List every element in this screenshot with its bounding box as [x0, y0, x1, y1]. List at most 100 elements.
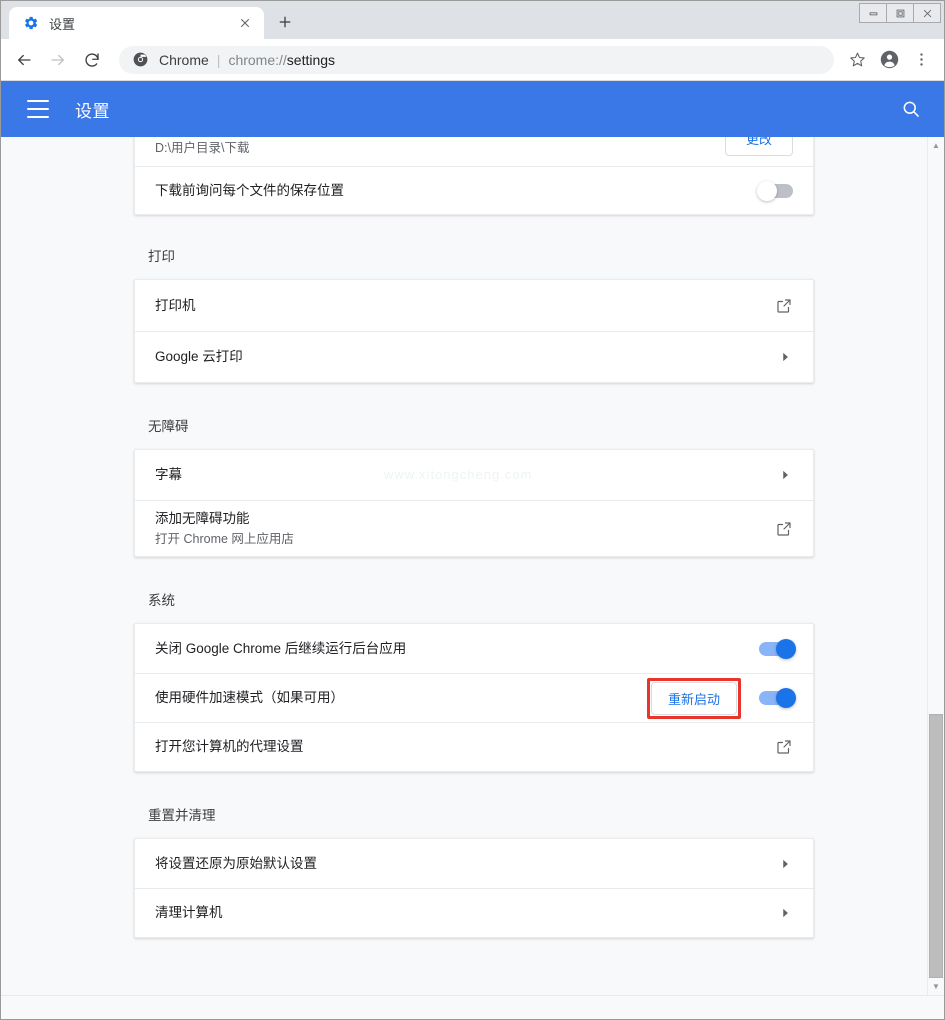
profile-avatar-icon[interactable]	[874, 45, 904, 75]
minimize-button[interactable]	[859, 3, 887, 23]
settings-scroll-region: www.xitongcheng.com 位置 D:\用户目录\下载 更改	[1, 137, 927, 995]
tab-title: 设置	[49, 16, 76, 32]
url-path: settings	[286, 51, 336, 68]
system-card: 关闭 Google Chrome 后继续运行后台应用 使用硬件加速模式（如果可用…	[134, 623, 814, 772]
row-proxy-settings[interactable]: 打开您计算机的代理设置	[135, 722, 813, 771]
relaunch-button[interactable]: 重新启动	[650, 681, 737, 715]
accessibility-card: 字幕 添加无障碍功能 打开 Chrome 网上应用店	[134, 449, 814, 557]
row-title: 使用硬件加速模式（如果可用）	[155, 690, 344, 705]
row-subtitle: 打开 Chrome 网上应用店	[155, 531, 294, 546]
window-controls	[859, 3, 941, 23]
row-subtitle: D:\用户目录\下载	[155, 141, 250, 155]
row-text: 使用硬件加速模式（如果可用）	[155, 688, 647, 708]
scroll-up-arrow[interactable]: ▲	[928, 137, 944, 154]
row-restore-defaults[interactable]: 将设置还原为原始默认设置	[135, 839, 813, 888]
row-title: 关闭 Google Chrome 后继续运行后台应用	[155, 640, 407, 656]
row-hardware-acceleration[interactable]: 使用硬件加速模式（如果可用） 重新启动	[135, 673, 813, 722]
chevron-right-icon[interactable]	[777, 856, 793, 872]
section-title-accessibility: 无障碍	[148, 419, 189, 434]
section-title-system: 系统	[148, 593, 175, 608]
external-link-icon[interactable]	[775, 520, 793, 538]
browser-toolbar: Chrome | chrome:// settings	[1, 39, 944, 81]
close-button[interactable]	[913, 3, 941, 23]
section-system: 系统 关闭 Google Chrome 后继续运行后台应用 使用硬件加速模式（如…	[134, 589, 814, 772]
url-scheme: chrome://	[228, 51, 287, 68]
window-bottom-bar	[1, 995, 944, 1019]
downloads-card: 位置 D:\用户目录\下载 更改 下载前询问每个文件的保存位置	[134, 137, 814, 215]
row-continue-background-apps[interactable]: 关闭 Google Chrome 后继续运行后台应用	[135, 624, 813, 673]
change-download-location-button[interactable]: 更改	[724, 137, 793, 156]
relaunch-highlight-box: 重新启动	[646, 677, 741, 719]
settings-header: 设置	[1, 81, 944, 137]
ask-where-to-save-toggle[interactable]	[757, 180, 793, 201]
section-title-reset: 重置并清理	[148, 808, 216, 823]
browser-menu-icon[interactable]	[906, 45, 936, 75]
browser-tab-settings[interactable]: 设置	[9, 7, 264, 39]
site-name: Chrome	[159, 51, 209, 68]
forward-icon[interactable]	[43, 45, 73, 75]
row-text: Google 云打印	[155, 347, 777, 367]
row-printers[interactable]: 打印机	[135, 280, 813, 331]
external-link-icon[interactable]	[775, 297, 793, 315]
row-title: 位置	[155, 137, 725, 138]
reload-icon[interactable]	[77, 45, 107, 75]
omnibox-separator: |	[216, 51, 221, 68]
chevron-right-icon[interactable]	[777, 905, 793, 921]
row-title: Google 云打印	[155, 349, 243, 364]
hardware-acceleration-toggle[interactable]	[759, 688, 796, 708]
hamburger-menu-icon[interactable]	[27, 100, 49, 118]
address-bar[interactable]: Chrome | chrome:// settings	[119, 45, 834, 74]
chevron-right-icon[interactable]	[777, 349, 793, 365]
gear-icon	[23, 15, 39, 31]
row-text: 打开您计算机的代理设置	[155, 737, 775, 757]
row-text: 字幕	[155, 465, 777, 485]
scrollbar-track[interactable]	[928, 154, 944, 978]
back-icon[interactable]	[9, 45, 39, 75]
row-title: 字幕	[155, 467, 182, 482]
row-text: 下载前询问每个文件的保存位置	[155, 181, 759, 201]
row-text: 位置 D:\用户目录\下载	[155, 137, 725, 158]
row-title: 下载前询问每个文件的保存位置	[155, 182, 344, 198]
row-text: 关闭 Google Chrome 后继续运行后台应用	[155, 639, 759, 659]
page-title: 设置	[75, 101, 110, 121]
chevron-right-icon[interactable]	[777, 467, 793, 483]
maximize-button[interactable]	[886, 3, 914, 23]
row-clean-up-computer[interactable]: 清理计算机	[135, 888, 813, 937]
browser-window: 设置 Chrome | chrome:// settings 设置 www.xi…	[0, 0, 945, 1020]
section-downloads: 位置 D:\用户目录\下载 更改 下载前询问每个文件的保存位置	[134, 137, 814, 215]
settings-content-area: www.xitongcheng.com 位置 D:\用户目录\下载 更改	[1, 137, 944, 995]
reset-card: 将设置还原为原始默认设置 清理计算机	[134, 838, 814, 938]
toolbar-actions	[840, 45, 936, 75]
row-text: 打印机	[155, 296, 775, 316]
row-ask-where-to-save[interactable]: 下载前询问每个文件的保存位置	[135, 166, 813, 214]
row-download-location[interactable]: 位置 D:\用户目录\下载 更改	[135, 137, 813, 166]
row-text: 清理计算机	[155, 903, 777, 923]
section-accessibility: 无障碍 字幕 添加无障碍功能 打开 Chrome 网上应用店	[134, 415, 814, 557]
new-tab-button[interactable]	[270, 7, 300, 37]
row-title: 将设置还原为原始默认设置	[155, 855, 317, 871]
row-captions[interactable]: 字幕	[135, 450, 813, 500]
section-reset-and-cleanup: 重置并清理 将设置还原为原始默认设置 清理计算机	[134, 804, 814, 938]
background-apps-toggle[interactable]	[759, 638, 796, 659]
printing-card: 打印机 Google 云打印	[134, 279, 814, 383]
row-google-cloud-print[interactable]: Google 云打印	[135, 331, 813, 382]
row-title: 添加无障碍功能	[155, 510, 250, 526]
row-text: 添加无障碍功能 打开 Chrome 网上应用店	[155, 509, 775, 549]
section-printing: 打印 打印机 Google 云打印	[134, 245, 814, 383]
row-title: 清理计算机	[155, 905, 223, 920]
scrollbar-thumb[interactable]	[929, 714, 943, 978]
section-title-printing: 打印	[148, 249, 175, 264]
tab-close-icon[interactable]	[236, 14, 254, 32]
tab-strip: 设置	[1, 1, 944, 39]
settings-inner: www.xitongcheng.com 位置 D:\用户目录\下载 更改	[134, 137, 814, 938]
vertical-scrollbar[interactable]: ▲ ▼	[927, 137, 944, 995]
row-add-accessibility-features[interactable]: 添加无障碍功能 打开 Chrome 网上应用店	[135, 500, 813, 556]
bookmark-star-icon[interactable]	[842, 45, 872, 75]
search-icon[interactable]	[900, 98, 922, 120]
external-link-icon[interactable]	[775, 738, 793, 756]
scroll-down-arrow[interactable]: ▼	[928, 978, 944, 995]
chrome-logo-icon	[133, 52, 149, 68]
row-title: 打印机	[155, 297, 196, 313]
row-text: 将设置还原为原始默认设置	[155, 854, 777, 874]
row-title: 打开您计算机的代理设置	[155, 739, 304, 754]
